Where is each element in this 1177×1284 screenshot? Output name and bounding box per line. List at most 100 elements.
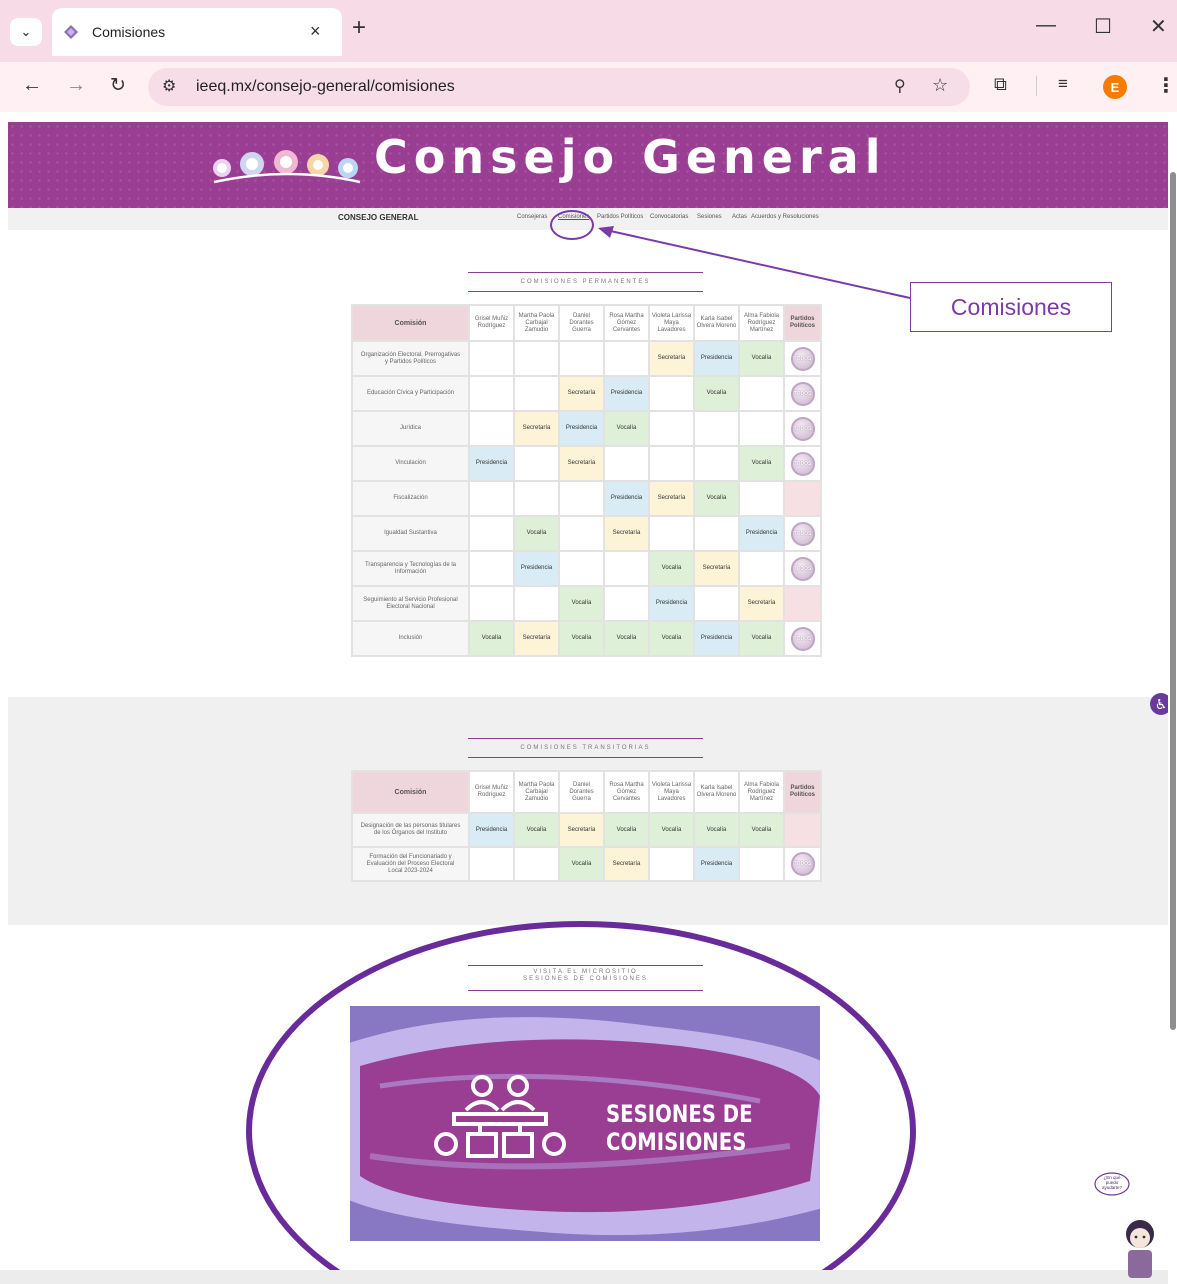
header-member: Alma Fabiola Rodríguez Martínez bbox=[738, 304, 785, 342]
media-icon[interactable]: ≡ bbox=[1058, 74, 1068, 94]
header-member: Martha Paola Carbajal Zamudio bbox=[513, 304, 560, 342]
table-header-row: Comisión Grisel Muñiz Rodríguez Martha P… bbox=[351, 770, 822, 814]
commission-name: Educación Cívica y Participación bbox=[351, 375, 470, 412]
role-cell: Secretaría bbox=[513, 410, 560, 447]
maximize-icon[interactable]: ☐ bbox=[1094, 14, 1112, 39]
role-cell bbox=[603, 585, 650, 622]
scrollbar-thumb[interactable] bbox=[1170, 172, 1176, 1030]
header-member: Violeta Larissa Maya Lavadores bbox=[648, 770, 695, 814]
role-cell: Presidencia bbox=[738, 515, 785, 552]
commission-name: Formación del Funcionariado y Evaluación… bbox=[351, 846, 470, 882]
role-cell bbox=[558, 480, 605, 517]
role-cell: Presidencia bbox=[603, 375, 650, 412]
header-partidos: Partidos Políticos bbox=[783, 304, 822, 342]
address-bar[interactable]: ⚙ ieeq.mx/consejo-general/comisiones ⚲ ☆ bbox=[148, 68, 970, 106]
table-row: Transparencia y Tecnologías de la Inform… bbox=[351, 550, 822, 587]
role-cell: Vocalía bbox=[558, 585, 605, 622]
partidos-cell-empty bbox=[783, 585, 822, 622]
role-cell bbox=[558, 550, 605, 587]
header-member: Rosa Martha Gómez Cervantes bbox=[603, 770, 650, 814]
role-cell bbox=[603, 550, 650, 587]
todos-badge-icon: TODOS bbox=[790, 451, 815, 476]
commission-name: Designación de las personas titulares de… bbox=[351, 812, 470, 848]
role-cell: Secretaría bbox=[693, 550, 740, 587]
profile-avatar[interactable]: E bbox=[1103, 75, 1127, 99]
tab-search-chevron-down-icon[interactable]: ⌄ bbox=[10, 18, 42, 46]
tab-title: Comisiones bbox=[92, 24, 166, 40]
role-cell: Vocalía bbox=[693, 480, 740, 517]
header-comision: Comisión bbox=[351, 304, 470, 342]
partidos-cell: TODOS bbox=[783, 375, 822, 412]
close-window-icon[interactable]: ✕ bbox=[1150, 14, 1167, 39]
site-settings-icon[interactable]: ⚙ bbox=[162, 76, 176, 96]
close-tab-icon[interactable]: × bbox=[310, 21, 321, 42]
header-member: Grisel Muñiz Rodríguez bbox=[468, 770, 515, 814]
role-cell bbox=[513, 480, 560, 517]
table-row: Organización Electoral, Prerrogativas y … bbox=[351, 340, 822, 377]
page-viewport: Consejo General CONSEJO GENERAL Consejer… bbox=[0, 112, 1177, 1284]
role-cell bbox=[468, 410, 515, 447]
header-member: Alma Fabiola Rodríguez Martínez bbox=[738, 770, 785, 814]
role-cell: Vocalía bbox=[693, 375, 740, 412]
role-cell bbox=[558, 340, 605, 377]
role-cell: Vocalía bbox=[603, 410, 650, 447]
header-member: Karla Isabel Olvera Moreno bbox=[693, 770, 740, 814]
chat-helper-bubble: ¿En qué puedo ayudarte? bbox=[1101, 1175, 1122, 1190]
header-member: Daniel Dorantes Guerra bbox=[558, 304, 605, 342]
role-cell: Vocalía bbox=[603, 812, 650, 848]
role-cell bbox=[468, 375, 515, 412]
role-cell: Secretaría bbox=[558, 375, 605, 412]
partidos-cell: TODOS bbox=[783, 620, 822, 657]
role-cell: Vocalía bbox=[693, 812, 740, 848]
role-cell bbox=[738, 410, 785, 447]
todos-badge-icon: TODOS bbox=[790, 381, 815, 406]
table-row: Inclusión Vocalía Secretaría Vocalía Vocalía… bbox=[351, 620, 822, 657]
minimize-icon[interactable]: — bbox=[1036, 14, 1056, 37]
role-cell: Vocalía bbox=[738, 620, 785, 657]
role-cell: Vocalía bbox=[738, 340, 785, 377]
favicon-icon bbox=[64, 25, 78, 39]
role-cell: Presidencia bbox=[468, 445, 515, 482]
annotation-callout: Comisiones bbox=[910, 282, 1112, 332]
extensions-icon[interactable]: ⧉ bbox=[994, 74, 1007, 95]
role-cell: Vocalía bbox=[738, 445, 785, 482]
menu-icon[interactable]: ⋮ bbox=[1156, 73, 1176, 98]
zoom-icon[interactable]: ⚲ bbox=[894, 76, 906, 96]
role-cell bbox=[738, 846, 785, 882]
annotation-ellipse bbox=[246, 921, 916, 1284]
role-cell bbox=[468, 585, 515, 622]
role-cell bbox=[468, 550, 515, 587]
role-cell bbox=[693, 515, 740, 552]
back-icon[interactable]: ← bbox=[22, 74, 42, 97]
todos-badge-icon: TODOS bbox=[790, 852, 815, 876]
star-icon[interactable]: ☆ bbox=[932, 75, 948, 96]
reload-icon[interactable]: ↻ bbox=[110, 74, 126, 97]
tab-comisiones[interactable]: Comisiones × bbox=[52, 8, 342, 56]
role-cell: Secretaría bbox=[558, 812, 605, 848]
role-cell: Vocalía bbox=[558, 620, 605, 657]
table-header-row: Comisión Grisel Muñiz Rodríguez Martha P… bbox=[351, 304, 822, 342]
table-row: Designación de las personas titulares de… bbox=[351, 812, 822, 848]
footer-strip bbox=[0, 1270, 1168, 1284]
header-partidos: Partidos Políticos bbox=[783, 770, 822, 814]
table-row: Fiscalización Presidencia Secretaría Vocalí… bbox=[351, 480, 822, 517]
role-cell bbox=[513, 585, 560, 622]
table-row: Educación Cívica y Participación Secretar… bbox=[351, 375, 822, 412]
new-tab-plus-icon[interactable]: + bbox=[352, 14, 366, 42]
role-cell bbox=[468, 846, 515, 882]
partidos-cell-empty bbox=[783, 812, 822, 848]
forward-icon[interactable]: → bbox=[66, 74, 86, 97]
role-cell: Vocalía bbox=[603, 620, 650, 657]
table-row: Igualdad Sustantiva Vocalía Secretaría Pres… bbox=[351, 515, 822, 552]
commission-name: Seguimiento al Servicio Profesional Elec… bbox=[351, 585, 470, 622]
role-cell bbox=[693, 445, 740, 482]
role-cell bbox=[693, 410, 740, 447]
role-cell bbox=[648, 846, 695, 882]
section-heading-permanentes: COMISIONES PERMANENTES bbox=[468, 272, 703, 292]
role-cell: Secretaría bbox=[648, 340, 695, 377]
role-cell bbox=[468, 515, 515, 552]
role-cell: Presidencia bbox=[693, 340, 740, 377]
table-row: Vinculación Presidencia Secretaría Vocalía T… bbox=[351, 445, 822, 482]
commission-name: Inclusión bbox=[351, 620, 470, 657]
url-text[interactable]: ieeq.mx/consejo-general/comisiones bbox=[196, 78, 455, 96]
